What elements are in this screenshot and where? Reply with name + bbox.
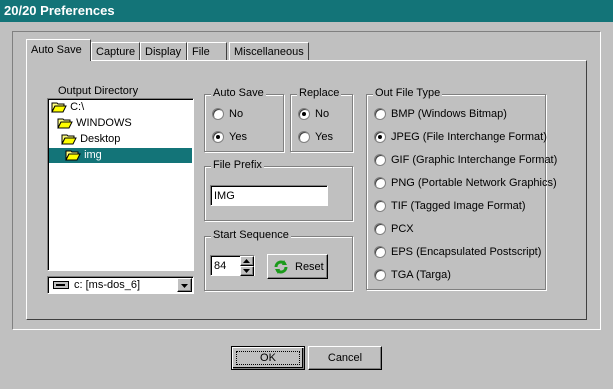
window-title: 20/20 Preferences [0, 0, 613, 22]
tab-file[interactable]: File [187, 42, 227, 60]
tab-auto-save[interactable]: Auto Save [26, 39, 91, 61]
file-type-tif-label: TIF (Tagged Image Format) [391, 200, 526, 212]
ok-button[interactable]: OK [231, 346, 305, 370]
cancel-button[interactable]: Cancel [308, 346, 382, 370]
file-type-tga-radio[interactable] [374, 269, 386, 281]
file-type-bmp-label: BMP (Windows Bitmap) [391, 108, 507, 120]
file-type-jpeg-radio[interactable] [374, 131, 386, 143]
file-type-eps-label: EPS (Encapsulated Postscript) [391, 246, 542, 258]
open-folder-icon [61, 134, 77, 145]
tree-item-desktop[interactable]: Desktop [61, 132, 120, 147]
auto-save-no-radio[interactable] [212, 108, 224, 120]
file-type-gif-label: GIF (Graphic Interchange Format) [391, 154, 558, 166]
sequence-up-button[interactable] [240, 256, 254, 266]
reset-button[interactable]: Reset [267, 254, 328, 279]
chevron-down-icon [181, 284, 188, 288]
auto-save-no-label: No [229, 108, 244, 120]
open-folder-icon [51, 102, 67, 113]
file-type-png-label: PNG (Portable Network Graphics) [391, 177, 557, 189]
file-type-bmp-radio[interactable] [374, 108, 386, 120]
sequence-down-button[interactable] [240, 266, 254, 276]
spin-up-icon [243, 259, 250, 263]
refresh-icon [274, 260, 288, 274]
tab-miscellaneous[interactable]: Miscellaneous [229, 42, 309, 60]
tab-capture[interactable]: Capture [91, 42, 140, 60]
file-type-eps-radio[interactable] [374, 246, 386, 258]
directory-tree[interactable]: C:\ WINDOWS Desktop img [47, 98, 194, 271]
replace-no-radio[interactable] [298, 108, 310, 120]
tree-item-c-root[interactable]: C:\ [51, 100, 84, 115]
preferences-window: 20/20 Preferences Auto Save Capture Disp… [0, 0, 613, 389]
open-folder-icon [57, 118, 73, 129]
tab-display[interactable]: Display [140, 42, 187, 60]
tree-item-windows[interactable]: WINDOWS [57, 116, 132, 131]
replace-no-label: No [315, 108, 330, 120]
file-type-tga-label: TGA (Targa) [391, 269, 451, 281]
auto-save-yes-label: Yes [229, 131, 247, 143]
auto-save-yes-radio[interactable] [212, 131, 224, 143]
drive-select[interactable]: c: [ms-dos_6] [47, 276, 194, 294]
file-type-gif-radio[interactable] [374, 154, 386, 166]
file-type-pcx-label: PCX [391, 223, 414, 235]
drive-icon [53, 281, 69, 289]
file-type-png-radio[interactable] [374, 177, 386, 189]
output-directory-label: Output Directory [58, 85, 139, 97]
replace-yes-label: Yes [315, 131, 333, 143]
spin-down-icon [243, 269, 250, 273]
open-folder-icon [65, 150, 81, 161]
file-type-tif-radio[interactable] [374, 200, 386, 212]
file-type-pcx-radio[interactable] [374, 223, 386, 235]
out-file-type-group: Out File Type [366, 87, 546, 290]
replace-yes-radio[interactable] [298, 131, 310, 143]
file-type-jpeg-label: JPEG (File Interchange Format) [391, 131, 547, 143]
file-prefix-input[interactable]: IMG [210, 185, 328, 206]
tree-item-img-selected[interactable]: img [49, 148, 192, 163]
drive-dropdown-button[interactable] [177, 278, 192, 292]
